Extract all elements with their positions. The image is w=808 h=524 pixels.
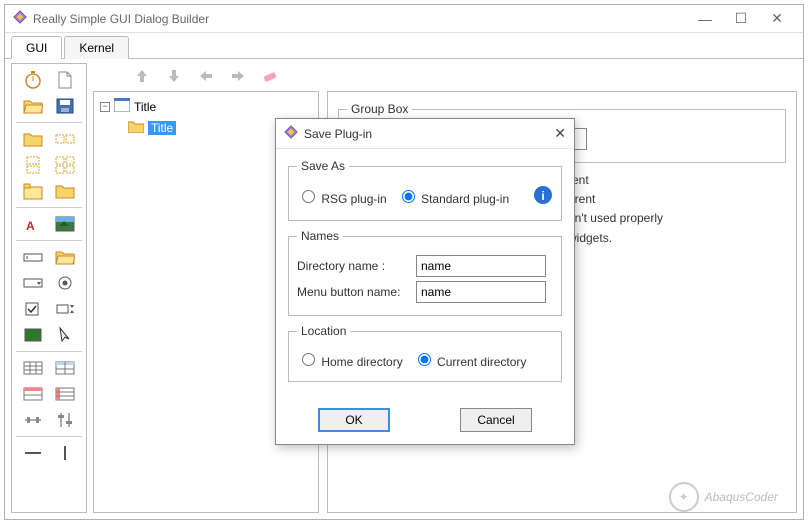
arrow-down-icon[interactable] bbox=[165, 67, 183, 88]
save-icon[interactable] bbox=[54, 96, 76, 116]
radio-current[interactable]: Current directory bbox=[413, 350, 527, 369]
slider-v-icon[interactable] bbox=[54, 410, 76, 430]
groupbox-legend: Group Box bbox=[347, 102, 412, 116]
close-button[interactable]: ✕ bbox=[759, 10, 795, 27]
arrow-right-icon[interactable] bbox=[229, 67, 247, 88]
maximize-button[interactable]: ☐ bbox=[723, 10, 759, 27]
tree-root-label: Title bbox=[134, 100, 156, 114]
radio-rsg[interactable]: RSG plug-in bbox=[297, 187, 387, 206]
names-legend: Names bbox=[297, 229, 343, 243]
stopwatch-icon[interactable] bbox=[22, 70, 44, 90]
arrow-up-icon[interactable] bbox=[133, 67, 151, 88]
window-icon bbox=[114, 98, 130, 115]
collapse-icon[interactable]: − bbox=[100, 102, 110, 112]
arrow-left-icon[interactable] bbox=[197, 67, 215, 88]
textfield-icon[interactable] bbox=[22, 247, 44, 267]
svg-text:A: A bbox=[26, 219, 35, 233]
text-icon[interactable]: A bbox=[22, 214, 44, 234]
ok-button[interactable]: OK bbox=[318, 408, 390, 432]
open-folder-icon[interactable] bbox=[22, 96, 44, 116]
window-title: Really Simple GUI Dialog Builder bbox=[33, 12, 687, 26]
names-group: Names Directory name : Menu button name: bbox=[288, 229, 562, 316]
dropdown-icon[interactable] bbox=[22, 273, 44, 293]
tree-node-root[interactable]: − Title bbox=[100, 98, 312, 115]
app-icon bbox=[13, 10, 33, 27]
save-as-group: Save As RSG plug-in Standard plug-in i bbox=[288, 159, 562, 221]
grid-icon[interactable] bbox=[54, 155, 76, 175]
dir-name-label: Directory name : bbox=[297, 259, 412, 273]
folder-tree-icon bbox=[128, 119, 144, 136]
colorbox-icon[interactable] bbox=[22, 325, 44, 345]
watermark-text: AbaqusCoder bbox=[705, 490, 778, 504]
tab-bar: GUI Kernel bbox=[5, 33, 803, 59]
folder-icon[interactable] bbox=[22, 129, 44, 149]
list2-icon[interactable] bbox=[54, 384, 76, 404]
image-icon[interactable] bbox=[54, 214, 76, 234]
tab-widget-icon[interactable] bbox=[22, 181, 44, 201]
table1-icon[interactable] bbox=[22, 358, 44, 378]
dialog-app-icon bbox=[284, 125, 304, 142]
minimize-button[interactable]: — bbox=[687, 11, 723, 27]
vsep-icon[interactable] bbox=[54, 443, 76, 463]
table2-icon[interactable] bbox=[54, 358, 76, 378]
checkbox-icon[interactable] bbox=[22, 299, 44, 319]
location-legend: Location bbox=[297, 324, 350, 338]
pointer-icon[interactable] bbox=[54, 325, 76, 345]
titlebar: Really Simple GUI Dialog Builder — ☐ ✕ bbox=[5, 5, 803, 33]
new-file-icon[interactable] bbox=[54, 70, 76, 90]
dialog-title: Save Plug-in bbox=[304, 127, 554, 141]
tree-child-label: Title bbox=[148, 121, 176, 135]
tab-gui[interactable]: GUI bbox=[11, 36, 62, 59]
slider-h-icon[interactable] bbox=[22, 410, 44, 430]
dir-name-input[interactable] bbox=[416, 255, 546, 277]
dialog-close-icon[interactable]: ✕ bbox=[554, 125, 566, 142]
widget-palette: A bbox=[11, 63, 87, 513]
list1-icon[interactable] bbox=[22, 384, 44, 404]
radio-home[interactable]: Home directory bbox=[297, 350, 403, 369]
eraser-icon[interactable] bbox=[261, 67, 279, 88]
menu-name-label: Menu button name: bbox=[297, 285, 412, 299]
folder2-icon[interactable] bbox=[54, 181, 76, 201]
cancel-button[interactable]: Cancel bbox=[460, 408, 532, 432]
watermark: ✦ AbaqusCoder bbox=[669, 482, 778, 512]
dialog-titlebar: Save Plug-in ✕ bbox=[276, 119, 574, 149]
svg-text:i: i bbox=[541, 189, 544, 203]
radio-standard[interactable]: Standard plug-in bbox=[397, 187, 509, 206]
browse-icon[interactable] bbox=[54, 247, 76, 267]
info-icon[interactable]: i bbox=[533, 185, 553, 208]
hsep-icon[interactable] bbox=[22, 443, 44, 463]
menu-name-input[interactable] bbox=[416, 281, 546, 303]
vgroup-icon[interactable] bbox=[22, 155, 44, 175]
radio-icon[interactable] bbox=[54, 273, 76, 293]
tab-kernel[interactable]: Kernel bbox=[64, 36, 129, 59]
location-group: Location Home directory Current director… bbox=[288, 324, 562, 382]
save-as-legend: Save As bbox=[297, 159, 349, 173]
spinner-icon[interactable] bbox=[54, 299, 76, 319]
watermark-logo-icon: ✦ bbox=[669, 482, 699, 512]
save-plugin-dialog: Save Plug-in ✕ Save As RSG plug-in Stand… bbox=[275, 118, 575, 445]
toolbar bbox=[93, 63, 797, 91]
hgroup-icon[interactable] bbox=[54, 129, 76, 149]
